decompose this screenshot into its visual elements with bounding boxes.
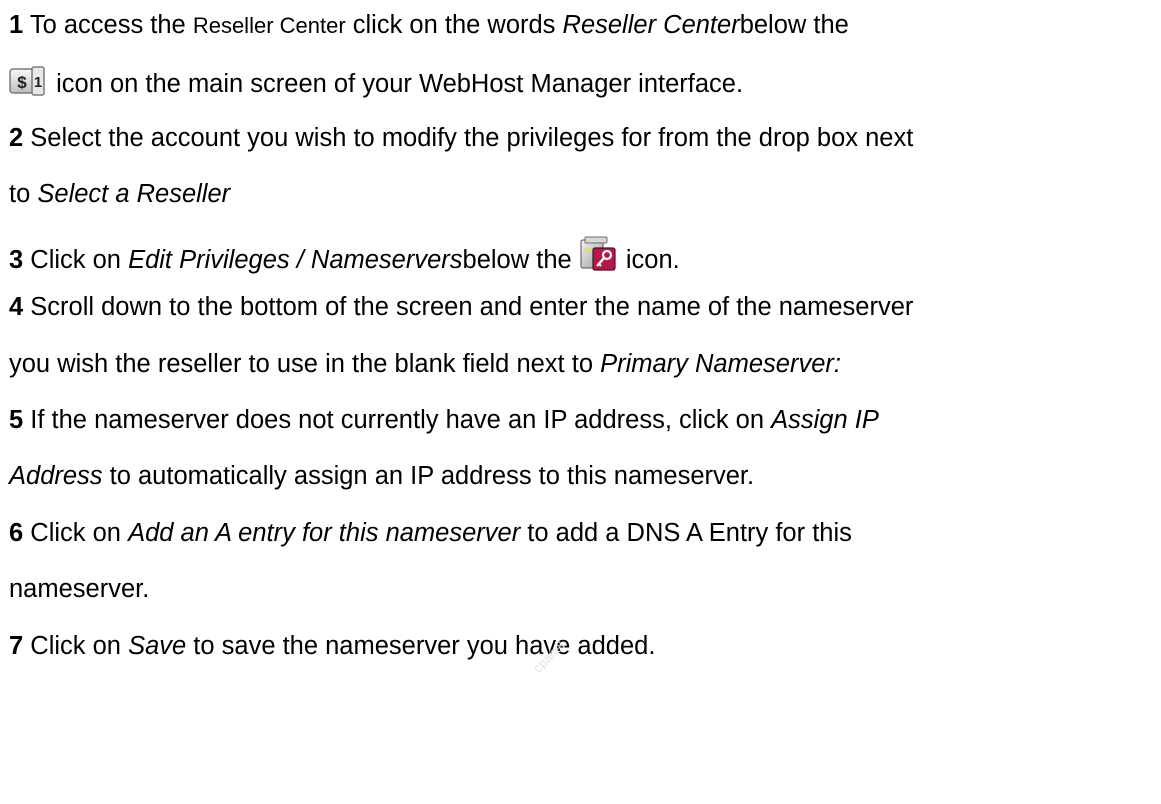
step-text: below the (739, 11, 849, 39)
step-emphasis: Primary Nameserver: (600, 350, 841, 378)
step-emphasis: Address (9, 462, 103, 490)
step-1-line-1: 1 To access the Reseller Center click on… (9, 10, 849, 40)
step-4-line-1: 4 Scroll down to the bottom of the scree… (9, 292, 913, 322)
step-2-line-2: to Select a Reseller (9, 179, 230, 209)
step-5-line-2: Address to automatically assign an IP ad… (9, 461, 754, 491)
step-number: 7 (9, 632, 24, 660)
step-3-line-1: 3 Click on Edit Privileges / Nameservers… (9, 236, 680, 274)
step-emphasis: Add an A entry for this nameserver (128, 519, 521, 547)
step-6-line-1: 6 Click on Add an A entry for this names… (9, 518, 852, 548)
step-5-line-1: 5 If the nameserver does not currently h… (9, 405, 879, 435)
step-text: Reseller Center (192, 13, 346, 38)
step-2-line-1: 2 Select the account you wish to modify … (9, 123, 913, 153)
step-text: to (9, 180, 31, 208)
step-emphasis: Assign IP (771, 406, 879, 434)
step-text: If the nameserver does not currently hav… (30, 406, 765, 434)
step-text: to save the nameserver you have added. (193, 632, 656, 660)
step-number: 6 (9, 519, 24, 547)
step-number: 5 (9, 406, 24, 434)
step-text: icon on the main screen of your WebHost … (56, 70, 744, 98)
step-emphasis: Save (128, 632, 187, 660)
step-text: Select the account you wish to modify th… (30, 124, 914, 152)
step-emphasis: Reseller Center (562, 11, 740, 39)
edit-privileges-key-icon (579, 236, 619, 279)
step-1-line-2: $ 1 icon on the main screen of your WebH… (9, 66, 744, 98)
step-text: click on the words (352, 11, 556, 39)
step-4-line-2: you wish the reseller to use in the blan… (9, 349, 841, 379)
step-text: To access the (29, 11, 186, 39)
step-text: Click on (30, 246, 121, 274)
step-text: Click on (30, 632, 121, 660)
svg-text:$: $ (17, 73, 27, 92)
step-emphasis: Select a Reseller (37, 180, 231, 208)
step-number: 4 (9, 293, 24, 321)
step-text: Scroll down to the bottom of the screen … (30, 293, 914, 321)
step-text: below the (462, 246, 572, 274)
step-emphasis: Edit Privileges / Nameservers (128, 246, 463, 274)
step-text: icon. (625, 246, 680, 274)
step-number: 3 (9, 246, 24, 274)
step-text: to automatically assign an IP address to… (109, 462, 755, 490)
step-text: to add a DNS A Entry for this (527, 519, 852, 547)
step-number: 1 (9, 11, 24, 39)
step-text: you wish the reseller to use in the blan… (9, 350, 593, 378)
svg-text:1: 1 (34, 74, 42, 91)
dollar-sign-icon: $ 1 (9, 66, 49, 105)
step-number: 2 (9, 124, 24, 152)
step-6-line-2: nameserver. (9, 574, 149, 604)
step-text: Click on (30, 519, 121, 547)
step-text: nameserver. (9, 575, 150, 603)
